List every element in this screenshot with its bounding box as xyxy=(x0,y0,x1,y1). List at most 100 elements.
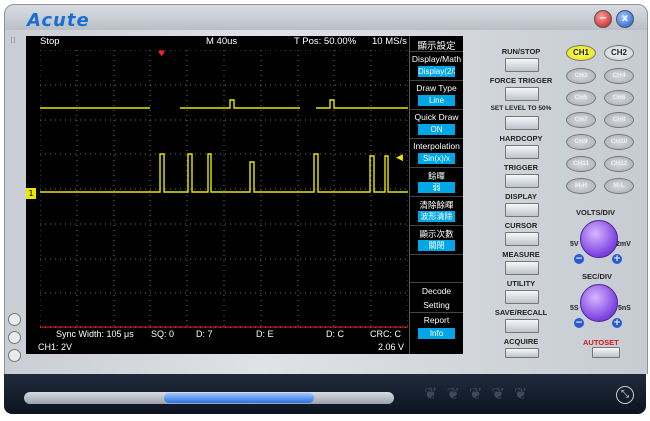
waveform-trace xyxy=(40,153,408,193)
acute-scope-window: Acute − x ⁞⁞ Stop M 40us T Pos: 50.00% 1… xyxy=(0,0,650,421)
save-recall-button[interactable] xyxy=(505,319,539,333)
ch3-button[interactable]: CH3 xyxy=(566,68,596,84)
resize-corner-icon[interactable]: ⤡ xyxy=(616,386,634,404)
grip-icon: ⁞⁞ xyxy=(10,36,16,46)
menu-clear-label[interactable]: 清除餘暉 xyxy=(410,199,463,211)
ch2-button[interactable]: CH2 xyxy=(604,45,634,61)
force-trigger-label: FORCE TRIGGER xyxy=(489,76,553,85)
menu-draw-type-label[interactable]: Draw Type xyxy=(410,83,463,93)
sec-div-knob[interactable] xyxy=(580,284,618,322)
menu-quick-draw-label[interactable]: Quick Draw xyxy=(410,112,463,122)
menu-draw-type-value[interactable]: Line xyxy=(418,95,455,106)
math-high-button[interactable]: M-H xyxy=(566,178,596,194)
control-panel: RUN/STOP FORCE TRIGGER SET LEVEL TO 50% … xyxy=(478,36,638,358)
menu-interpolation-value[interactable]: Sin(x)/x xyxy=(418,153,455,164)
ch10-button[interactable]: CH10 xyxy=(604,134,634,150)
ch8-button[interactable]: CH8 xyxy=(604,112,634,128)
volts-minus-button[interactable]: − xyxy=(574,254,584,264)
decode-field-d2: D: E xyxy=(256,329,274,339)
display-label: DISPLAY xyxy=(505,192,537,201)
trigger-label: TRIGGER xyxy=(503,163,539,172)
set-level-button[interactable] xyxy=(505,116,539,130)
decode-field-sq: SQ: 0 xyxy=(151,329,175,339)
sample-rate: 10 MS/s xyxy=(372,36,407,47)
ch6-button[interactable]: CH6 xyxy=(604,90,634,106)
volts-div-knob[interactable] xyxy=(580,220,618,258)
app-logo: Acute xyxy=(27,10,90,31)
display-menu: 顯示設定 Display/Math Display(2/3) Draw Type… xyxy=(409,36,463,354)
save-recall-label: SAVE/RECALL xyxy=(494,308,548,317)
autoset-button[interactable] xyxy=(592,347,620,358)
waveform-trace xyxy=(40,99,408,109)
side-circles xyxy=(8,313,21,367)
volts-max-label: 2mV xyxy=(616,241,631,248)
measure-button[interactable] xyxy=(505,261,539,275)
ch4-button[interactable]: CH4 xyxy=(604,68,634,84)
waveform-grid xyxy=(40,50,408,328)
menu-interpolation-label[interactable]: Interpolation xyxy=(410,141,463,151)
sec-minus-button[interactable]: − xyxy=(574,318,584,328)
side-circle-icon[interactable] xyxy=(8,349,21,362)
menu-decode-value[interactable]: Setting xyxy=(410,300,463,310)
display-button[interactable] xyxy=(505,203,539,217)
menu-decode-label[interactable]: Decode xyxy=(410,286,463,296)
acquire-button[interactable] xyxy=(505,348,539,358)
ch7-button[interactable]: CH7 xyxy=(566,112,596,128)
trigger-button[interactable] xyxy=(505,174,539,188)
menu-title: 顯示設定 xyxy=(417,41,456,52)
utility-label: UTILITY xyxy=(506,279,536,288)
sec-plus-button[interactable]: + xyxy=(612,318,622,328)
menu-display-math-value[interactable]: Display(2/3) xyxy=(418,66,455,77)
sec-max-label: 5nS xyxy=(618,305,631,312)
ch9-button[interactable]: CH9 xyxy=(566,134,596,150)
run-status: Stop xyxy=(40,36,60,47)
title-bar: Acute − x xyxy=(4,4,648,32)
math-low-button[interactable]: M-L xyxy=(604,178,634,194)
autoset-label: AUTOSET xyxy=(583,338,619,347)
bottom-bar: ❦ ❦ ❦ ❦ ❦ ⤡ xyxy=(4,374,646,414)
set-level-label: SET LEVEL TO 50% xyxy=(490,105,552,112)
hardcopy-button[interactable] xyxy=(505,145,539,159)
force-trigger-button[interactable] xyxy=(505,87,539,101)
trigger-position: T Pos: 50.00% xyxy=(294,36,357,47)
minimize-button[interactable]: − xyxy=(594,10,612,28)
decode-field-d1: D: 7 xyxy=(196,329,213,339)
sync-width: Sync Width: 105 μs xyxy=(56,329,134,339)
slider-thumb[interactable] xyxy=(164,393,314,403)
volts-min-label: 5V xyxy=(570,241,579,248)
scope-screen: Stop M 40us T Pos: 50.00% 10 MS/s ♥ 1 ◀ … xyxy=(26,36,463,354)
ch12-button[interactable]: CH12 xyxy=(604,156,634,172)
menu-display-math-label[interactable]: Display/Math xyxy=(410,54,463,64)
sec-min-label: 5S xyxy=(570,305,579,312)
ch5-button[interactable]: CH5 xyxy=(566,90,596,106)
decode-field-crc: CRC: C xyxy=(370,329,401,339)
run-stop-button[interactable] xyxy=(505,58,539,72)
ch1-button[interactable]: CH1 xyxy=(566,45,596,61)
ch11-button[interactable]: CH11 xyxy=(566,156,596,172)
menu-count-label[interactable]: 顯示次數 xyxy=(410,228,463,240)
volts-div-label: VOLTS/DIV xyxy=(576,208,616,217)
cursor-label: CURSOR xyxy=(504,221,538,230)
position-slider[interactable] xyxy=(24,392,394,404)
side-circle-icon[interactable] xyxy=(8,331,21,344)
menu-afterglow-label[interactable]: 餘暉 xyxy=(410,170,463,182)
close-button[interactable]: x xyxy=(616,10,634,28)
menu-report-label[interactable]: Report xyxy=(410,315,463,325)
ch1-ground-marker[interactable]: 1 xyxy=(26,188,36,199)
trigger-level-arrow-icon[interactable]: ◀ xyxy=(396,153,403,163)
utility-button[interactable] xyxy=(505,290,539,304)
timebase: M 40us xyxy=(206,36,238,47)
ch1-scale: CH1: 2V xyxy=(38,342,73,352)
cursor-button[interactable] xyxy=(505,232,539,246)
decode-field-d3: D: C xyxy=(326,329,344,339)
measure-label: MEASURE xyxy=(502,250,540,259)
menu-clear-value[interactable]: 波形清除 xyxy=(418,211,455,222)
menu-afterglow-value[interactable]: 弱 xyxy=(418,182,455,193)
menu-quick-draw-value[interactable]: ON xyxy=(418,124,455,135)
volts-plus-button[interactable]: + xyxy=(612,254,622,264)
menu-count-value[interactable]: 關閉 xyxy=(418,240,455,251)
menu-report-value[interactable]: Info xyxy=(418,328,455,339)
hardcopy-label: HARDCOPY xyxy=(499,134,543,143)
decorative-leaves-icon: ❦ ❦ ❦ ❦ ❦ xyxy=(424,384,530,403)
side-circle-icon[interactable] xyxy=(8,313,21,326)
